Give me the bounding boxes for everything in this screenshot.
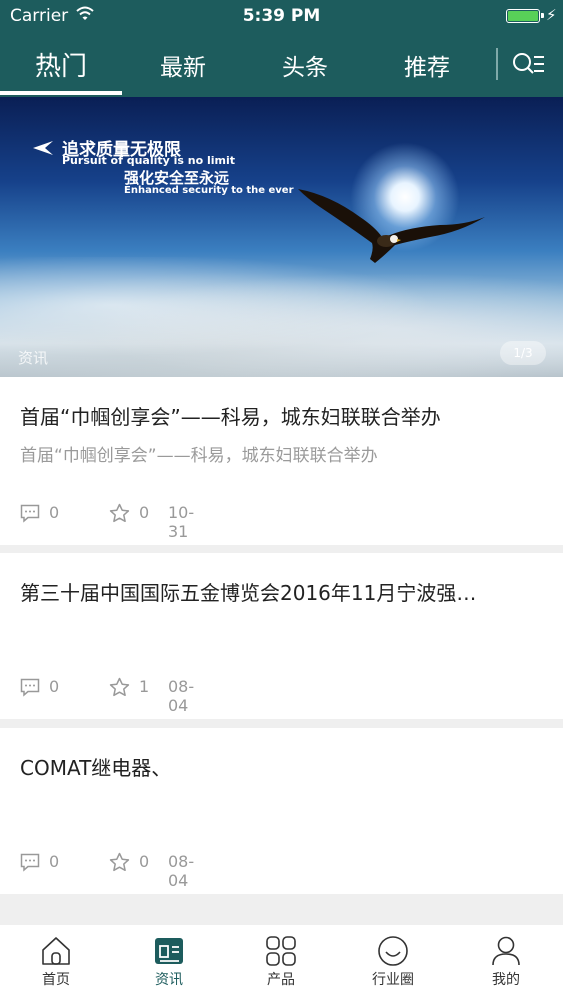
comment-icon — [20, 678, 40, 697]
comment-icon — [20, 853, 40, 872]
eagle-image — [298, 189, 485, 263]
comment-icon — [20, 504, 40, 523]
star-icon[interactable] — [109, 852, 130, 872]
nav-products[interactable]: 产品 — [241, 935, 321, 989]
star-count: 1 — [139, 677, 150, 696]
comment-count: 0 — [49, 852, 60, 871]
status-bar: Carrier 5:39 PM ⚡ — [0, 0, 563, 32]
nav-news[interactable]: 资讯 — [129, 935, 209, 989]
arrow-icon — [33, 141, 53, 155]
tab-headlines[interactable]: 头条 — [250, 48, 360, 82]
bottom-tab-bar: 首页 资讯 产品 行业圈 我的 — [0, 925, 563, 1000]
nav-products-label: 产品 — [267, 972, 295, 988]
nav-news-label: 资讯 — [155, 972, 183, 988]
active-tab-indicator — [0, 91, 122, 95]
star-icon[interactable] — [109, 503, 130, 523]
article-summary: 首届“巾帼创享会”——科易，城东妇联联合举办 — [20, 446, 378, 466]
nav-home-label: 首页 — [42, 972, 70, 988]
tab-hot[interactable]: 热门 — [6, 46, 116, 83]
article-card[interactable]: 第三十届中国国际五金博览会2016年11月宁波强… 0 1 08-04 — [0, 553, 563, 719]
nav-profile[interactable]: 我的 — [466, 935, 546, 989]
article-title[interactable]: 第三十届中国国际五金博览会2016年11月宁波强… — [20, 577, 540, 606]
nav-industry-circle[interactable]: 行业圈 — [353, 935, 433, 989]
article-date: 08-04 — [168, 852, 195, 890]
home-icon — [42, 937, 70, 965]
top-bar: Carrier 5:39 PM ⚡ 热门 最新 头条 推荐 — [0, 0, 563, 97]
star-count: 0 — [139, 503, 150, 522]
grid-icon — [266, 936, 296, 966]
article-title[interactable]: COMAT继电器、 — [20, 752, 540, 781]
tab-latest[interactable]: 最新 — [128, 48, 238, 82]
nav-profile-label: 我的 — [492, 972, 520, 988]
article-card[interactable]: 首届“巾帼创享会”——科易，城东妇联联合举办 首届“巾帼创享会”——科易，城东妇… — [0, 377, 563, 545]
status-time: 5:39 PM — [242, 6, 321, 26]
nav-industry-circle-label: 行业圈 — [372, 972, 414, 988]
star-count: 0 — [139, 852, 150, 871]
banner-carousel[interactable]: 追求质量无极限 Pursuit of quality is no limit 强… — [0, 97, 563, 377]
smile-circle-icon — [378, 936, 408, 966]
tab-divider — [496, 48, 498, 80]
charging-icon: ⚡ — [546, 6, 557, 24]
category-tabs: 热门 最新 头条 推荐 — [0, 40, 563, 97]
battery-icon — [506, 9, 544, 23]
person-icon — [492, 936, 520, 966]
tab-recommended[interactable]: 推荐 — [372, 48, 482, 82]
banner-sub-en: Enhanced security to the ever — [124, 185, 294, 196]
comment-count: 0 — [49, 677, 60, 696]
banner-page-counter: 1/3 — [500, 341, 546, 365]
banner-headline-en: Pursuit of quality is no limit — [62, 154, 236, 167]
banner-label: 资讯 — [18, 349, 49, 367]
article-date: 10-31 — [168, 503, 195, 541]
nav-home[interactable]: 首页 — [16, 935, 96, 989]
star-icon[interactable] — [109, 677, 130, 697]
article-title[interactable]: 首届“巾帼创享会”——科易，城东妇联联合举办 — [20, 401, 540, 430]
article-card[interactable]: COMAT继电器、 0 0 08-04 — [0, 728, 563, 894]
news-icon — [155, 938, 183, 964]
search-menu-icon[interactable] — [508, 48, 548, 80]
comment-count: 0 — [49, 503, 60, 522]
article-date: 08-04 — [168, 677, 195, 715]
